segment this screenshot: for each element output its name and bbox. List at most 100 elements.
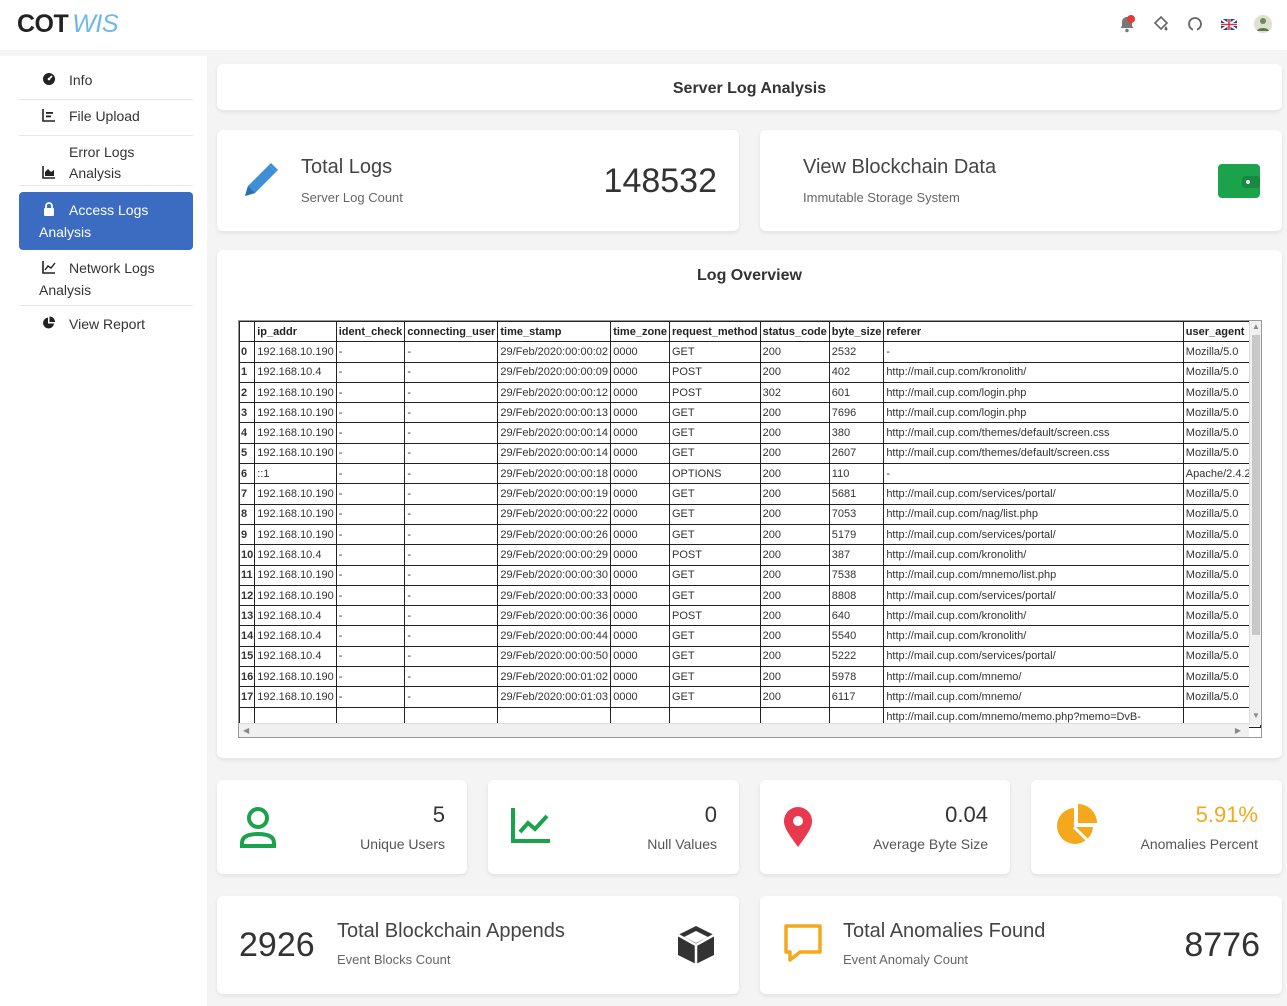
logo-part2: WIS	[72, 10, 118, 38]
table-cell: GET	[669, 341, 761, 363]
table-cell: 0000	[610, 381, 670, 404]
total-logs-value: 148532	[603, 162, 717, 200]
table-cell: GET	[669, 503, 761, 525]
table-cell: 29/Feb/2020:00:00:12	[497, 381, 612, 404]
table-cell: 29/Feb/2020:00:00:30	[497, 564, 612, 586]
table-cell: 0000	[610, 584, 670, 607]
table-row[interactable]: 16 192.168.10.190- -29/Feb/2020:00:01:02 00…	[239, 666, 1261, 688]
table-cell: 0000	[610, 605, 670, 627]
column-header[interactable]: time_zone	[610, 321, 670, 343]
table-cell: GET	[669, 625, 761, 647]
table-row[interactable]: 1 192.168.10.4- -29/Feb/2020:00:00:09 0000 P…	[239, 361, 1261, 383]
table-cell: -	[335, 523, 406, 546]
table-cell: -	[335, 463, 406, 485]
table-row[interactable]: 2 192.168.10.190- -29/Feb/2020:00:00:12 000…	[239, 381, 1261, 404]
table-cell: http://mail.cup.com/kronolith/	[883, 361, 1184, 383]
column-header[interactable]: referer	[883, 321, 1184, 343]
table-cell: -	[404, 361, 499, 383]
avatar-icon[interactable]	[1253, 14, 1273, 34]
row-index: 13	[239, 605, 256, 627]
total-logs-card[interactable]: Total Logs Server Log Count 148532	[217, 130, 739, 231]
sidebar-item-info[interactable]: Info	[19, 70, 193, 100]
stat-card-average-byte-size: 0.04 Average Byte Size	[760, 780, 1010, 874]
table-row[interactable]: 6::1- -29/Feb/2020:00:00:18 0000 OPTIONS 200…	[239, 463, 1261, 485]
scroll-thumb[interactable]	[1252, 335, 1260, 635]
flag-uk-icon[interactable]	[1219, 14, 1239, 34]
sidebar-item-access-logs[interactable]: Access Logs Analysis	[19, 192, 193, 250]
row-index: 8	[239, 503, 256, 525]
paint-bucket-icon[interactable]	[1151, 14, 1171, 34]
anomalies-found-title: Total Anomalies Found	[843, 920, 1046, 942]
scroll-right-arrow[interactable]: ▶	[1235, 726, 1241, 735]
table-row[interactable]: 17 192.168.10.190- -29/Feb/2020:00:01:03 00…	[239, 686, 1261, 708]
table-row[interactable]: 5 192.168.10.190- -29/Feb/2020:00:00:14 000…	[239, 442, 1261, 465]
table-body: 0 192.168.10.190- -29/Feb/2020:00:00:02 000…	[239, 341, 1261, 728]
table-cell: 29/Feb/2020:00:01:02	[497, 666, 612, 688]
table-cell: http://mail.cup.com/services/portal/	[883, 584, 1184, 607]
table-row[interactable]: 7 192.168.10.190- -29/Feb/2020:00:00:19 000…	[239, 483, 1261, 505]
column-header[interactable]: status_code	[759, 321, 830, 343]
view-blockchain-card[interactable]: View Blockchain Data Immutable Storage S…	[760, 130, 1282, 231]
trend-chart-icon	[510, 806, 552, 849]
column-header[interactable]: request_method	[669, 321, 761, 343]
sidebar-item-view-report[interactable]: View Report	[19, 314, 193, 340]
table-cell: GET	[669, 666, 761, 688]
blockchain-title: View Blockchain Data	[803, 156, 997, 178]
table-row[interactable]: 10 192.168.10.4- -29/Feb/2020:00:00:29 0000…	[239, 544, 1261, 566]
table-cell: -	[404, 341, 499, 363]
scroll-down-arrow[interactable]: ▼	[1252, 711, 1260, 720]
table-cell: http://mail.cup.com/login.php	[883, 402, 1184, 424]
table-row[interactable]: 15 192.168.10.4- -29/Feb/2020:00:00:50 0000…	[239, 645, 1261, 668]
row-index: 12	[239, 584, 256, 607]
table-cell: 192.168.10.4	[254, 625, 337, 647]
table-cell: GET	[669, 422, 761, 444]
table-cell: -	[404, 523, 499, 546]
table-cell: 0000	[610, 564, 670, 586]
table-cell: GET	[669, 645, 761, 668]
table-row[interactable]: 8 192.168.10.190- -29/Feb/2020:00:00:22 000…	[239, 503, 1261, 525]
table-cell: http://mail.cup.com/mnemo/	[883, 686, 1184, 708]
column-header[interactable]: byte_size	[828, 321, 885, 343]
row-index: 11	[239, 564, 256, 586]
blockchain-appends-value: 2926	[239, 926, 315, 964]
column-header[interactable]: ident_check	[335, 321, 406, 343]
column-header[interactable]: time_stamp	[497, 321, 612, 343]
app-logo[interactable]: COT WIS	[17, 10, 118, 39]
table-row[interactable]: 11 192.168.10.190- -29/Feb/2020:00:00:30 00…	[239, 564, 1261, 586]
table-cell: 5540	[828, 625, 885, 647]
table-cell: GET	[669, 442, 761, 465]
column-header[interactable]: ip_addr	[254, 321, 337, 343]
bell-icon[interactable]	[1117, 14, 1137, 34]
table-cell: 192.168.10.4	[254, 361, 337, 383]
column-header[interactable]: connecting_user	[404, 321, 499, 343]
sidebar-item-network-logs[interactable]: Network Logs Analysis	[19, 258, 193, 306]
scroll-left-arrow[interactable]: ◀	[243, 726, 249, 735]
table-row[interactable]: 4 192.168.10.190- -29/Feb/2020:00:00:14 000…	[239, 422, 1261, 444]
table-cell: -	[883, 463, 1184, 485]
table-row[interactable]: 9 192.168.10.190- -29/Feb/2020:00:00:26 000…	[239, 523, 1261, 546]
github-icon[interactable]	[1185, 14, 1205, 34]
table-row[interactable]: 12 192.168.10.190- -29/Feb/2020:00:00:33 00…	[239, 584, 1261, 607]
column-header[interactable]	[239, 321, 256, 343]
table-row[interactable]: 13 192.168.10.4- -29/Feb/2020:00:00:36 0000…	[239, 605, 1261, 627]
stat-label: Average Byte Size	[873, 836, 988, 852]
table-cell: -	[335, 544, 406, 566]
table-cell: http://mail.cup.com/nag/list.php	[883, 503, 1184, 525]
table-cell: 29/Feb/2020:00:00:33	[497, 584, 612, 607]
table-cell: -	[404, 442, 499, 465]
table-cell: -	[404, 645, 499, 668]
table-row[interactable]: 14 192.168.10.4- -29/Feb/2020:00:00:44 0000…	[239, 625, 1261, 647]
wallet-icon	[1218, 162, 1260, 203]
sidebar-item-error-logs[interactable]: Error Logs Analysis	[19, 142, 193, 186]
table-cell: -	[335, 686, 406, 708]
horizontal-scrollbar[interactable]: ◀ ▶	[239, 723, 1249, 737]
scroll-up-arrow[interactable]: ▲	[1252, 322, 1260, 331]
sidebar-item-file-upload[interactable]: File Upload	[19, 106, 193, 136]
table-cell: http://mail.cup.com/kronolith/	[883, 625, 1184, 647]
table-row[interactable]: 0 192.168.10.190- -29/Feb/2020:00:00:02 000…	[239, 341, 1261, 363]
vertical-scrollbar[interactable]: ▲ ▼	[1249, 321, 1261, 725]
table-row[interactable]: 3 192.168.10.190- -29/Feb/2020:00:00:13 000…	[239, 402, 1261, 424]
table-cell: 387	[828, 544, 885, 566]
log-table-container[interactable]: ip_addr ident_check connecting_user time_st…	[238, 320, 1262, 738]
table-cell: GET	[669, 564, 761, 586]
